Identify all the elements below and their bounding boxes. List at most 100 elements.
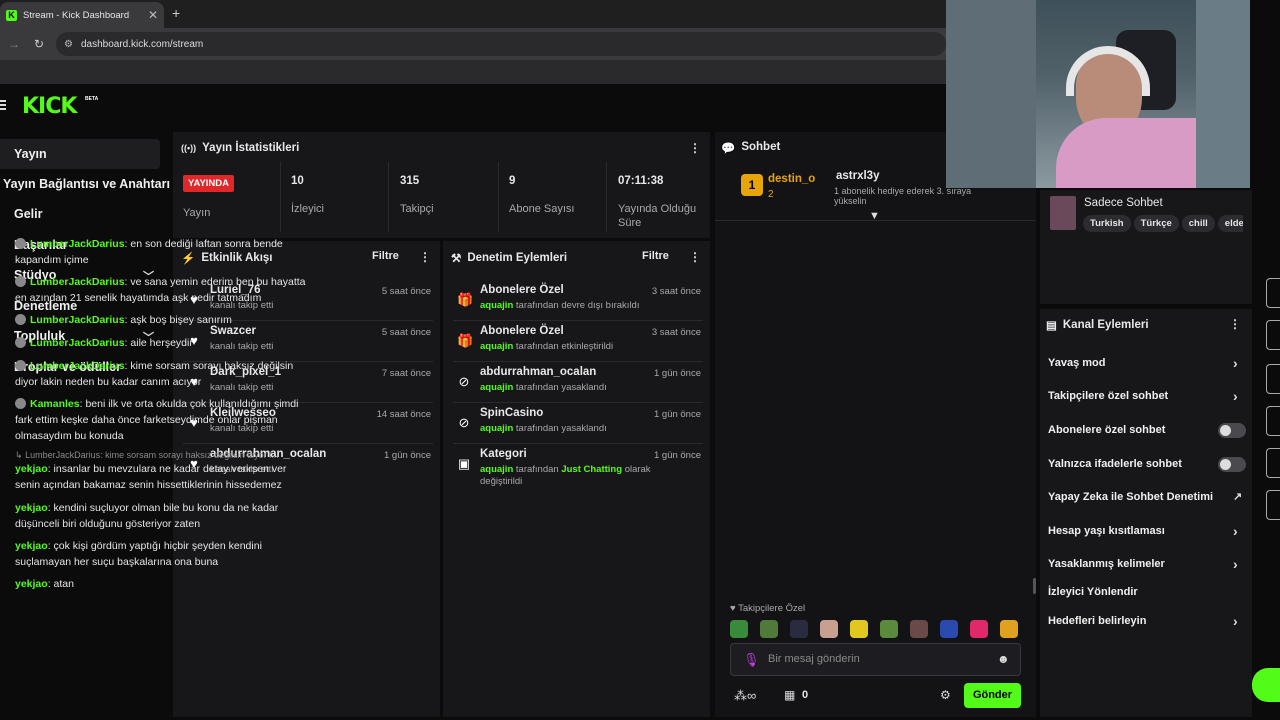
banned-words-item[interactable]: Yasaklanmış kelimeler [1048, 558, 1248, 570]
microphone-icon[interactable]: 🎙 [743, 652, 760, 668]
emoji-icon[interactable]: ☻ [997, 652, 1010, 666]
more-icon[interactable]: ⋮ [689, 250, 701, 264]
gear-icon[interactable]: ⚙ [940, 688, 951, 702]
action-name: Abonelere Özel [480, 284, 564, 296]
tag[interactable]: chill [1181, 215, 1215, 232]
moderator-name[interactable]: aquajin [480, 423, 513, 434]
chat-text: diyor lakin neden bu kadar canım acıyor [15, 376, 202, 388]
chat-text: olmasaydım bu konuda [15, 430, 124, 442]
emote[interactable] [880, 620, 898, 638]
kick-logo[interactable]: KICK [22, 94, 77, 119]
store-icon[interactable]: ▦ [784, 688, 795, 702]
chat-username[interactable]: yekjao [15, 540, 48, 552]
moderator-name[interactable]: aquajin [480, 341, 513, 352]
moderator-name[interactable]: aquajin [480, 464, 513, 475]
chevron-right-icon[interactable]: › [1233, 613, 1238, 629]
more-icon[interactable]: ⋮ [689, 141, 701, 155]
leaderboard-user[interactable]: destin_o [768, 173, 815, 185]
action-label: Abonelere özel sohbet [1048, 424, 1166, 436]
right-edge-button[interactable] [1266, 278, 1280, 308]
chat-bubble-icon: 💬 [721, 143, 736, 155]
action-text: tarafından devre dışı bırakıldı [515, 300, 640, 311]
moderator-name[interactable]: aquajin [480, 300, 513, 311]
url-input[interactable]: ⚙ dashboard.kick.com/stream [56, 32, 946, 56]
hamburger-menu-icon[interactable] [0, 100, 6, 110]
filter-button[interactable]: Filtre [642, 250, 669, 262]
site-info-icon[interactable]: ⚙ [64, 39, 73, 50]
reload-icon[interactable]: ↻ [34, 37, 44, 51]
ban-icon: ⊘ [458, 415, 470, 430]
send-button[interactable]: Gönder [964, 683, 1021, 708]
emote[interactable] [1000, 620, 1018, 638]
right-edge-button[interactable] [1266, 448, 1280, 478]
ai-moderation-item[interactable]: Yapay Zeka ile Sohbet Denetimi [1048, 491, 1248, 503]
chat-username[interactable]: yekjao [15, 502, 48, 514]
chat-text: senin açından bakamaz senin hissettikler… [15, 479, 282, 491]
chat-username[interactable]: LumberJackDarius [30, 238, 125, 250]
chat-scrollbar[interactable] [1033, 578, 1036, 594]
emote[interactable] [910, 620, 928, 638]
external-link-icon[interactable]: ↗ [1233, 490, 1242, 503]
host-item[interactable]: İzleyici Yönlendir [1048, 586, 1248, 598]
right-edge-button[interactable] [1266, 490, 1280, 520]
action-name[interactable]: abdurrahman_ocalan [480, 366, 596, 378]
emote[interactable] [940, 620, 958, 638]
moderation-panel: ⚒ Denetim Eylemleri Filtre ⋮ 🎁 Abonelere Ö… [443, 241, 710, 717]
subs-label: Abone Sayısı [509, 203, 575, 215]
right-edge-button[interactable] [1266, 364, 1280, 394]
chat-username[interactable]: yekjao [15, 463, 48, 475]
chat-input[interactable]: 🎙 Bir mesaj gönderin ☻ [730, 643, 1021, 676]
subscribers-only-toggle[interactable] [1218, 423, 1246, 438]
chat-username[interactable]: LumberJackDarius [30, 276, 125, 288]
sidebar-item-stream-key[interactable]: Yayın Bağlantısı ve Anahtarı [0, 169, 170, 199]
chat-username[interactable]: LumberJackDarius [30, 337, 125, 349]
subs-value: 9 [509, 175, 516, 187]
emote[interactable] [970, 620, 988, 638]
category-title[interactable]: Sadece Sohbet [1084, 197, 1163, 209]
followers-only-item[interactable]: Takipçilere özel sohbet [1048, 390, 1248, 402]
action-time: 1 gün önce [653, 450, 701, 461]
close-icon[interactable]: ✕ [148, 8, 158, 22]
emote[interactable] [730, 620, 748, 638]
right-edge-button[interactable] [1266, 320, 1280, 350]
account-age-item[interactable]: Hesap yaşı kısıtlaması [1048, 525, 1248, 537]
chat-username[interactable]: yekjao [15, 578, 48, 590]
sidebar-item-yayin[interactable]: Yayın [0, 139, 160, 169]
chevron-right-icon[interactable]: › [1233, 523, 1238, 539]
action-name[interactable]: SpinCasino [480, 407, 543, 419]
emote[interactable] [760, 620, 778, 638]
category-thumbnail[interactable] [1050, 196, 1076, 230]
category-name[interactable]: Just Chatting [561, 464, 622, 475]
emote-only-toggle[interactable] [1218, 457, 1246, 472]
emote[interactable] [850, 620, 868, 638]
chat-username[interactable]: Kamanles [30, 398, 80, 410]
chevron-right-icon[interactable]: › [1233, 556, 1238, 572]
tag[interactable]: Turkish [1083, 215, 1131, 232]
chevron-right-icon[interactable]: › [1233, 355, 1238, 371]
new-tab-icon[interactable]: + [172, 5, 180, 21]
forward-icon[interactable]: → [8, 37, 20, 51]
filter-button[interactable]: Filtre [372, 250, 399, 262]
sidebar-item-gelir[interactable]: Gelir [0, 199, 160, 229]
emote[interactable] [820, 620, 838, 638]
more-icon[interactable]: ⋮ [1229, 317, 1241, 331]
goals-item[interactable]: Hedefleri belirleyin [1048, 615, 1248, 627]
shield-icon: ▤ [1046, 320, 1057, 332]
users-icon[interactable]: ⁂∞ [734, 688, 756, 704]
tag[interactable]: elde [1217, 215, 1243, 232]
chat-username[interactable]: LumberJackDarius [30, 314, 125, 326]
chevron-right-icon[interactable]: › [1233, 388, 1238, 404]
emote[interactable] [790, 620, 808, 638]
chat-text: çok kişi gördüm yaptığı hiçbir şeyden ke… [53, 540, 262, 552]
gift-user[interactable]: astrxl3y [836, 170, 879, 182]
slow-mode-item[interactable]: Yavaş mod [1048, 357, 1248, 369]
support-button[interactable] [1252, 668, 1280, 702]
avatar [15, 360, 26, 371]
chat-username[interactable]: LumberJackDarius [30, 360, 125, 372]
more-icon[interactable]: ⋮ [419, 250, 431, 264]
browser-tab[interactable]: K Stream - Kick Dashboard ✕ [0, 2, 164, 28]
tag[interactable]: Türkçe [1133, 215, 1179, 232]
gift-icon: 🎁 [457, 333, 474, 348]
right-edge-button[interactable] [1266, 406, 1280, 436]
moderator-name[interactable]: aquajin [480, 382, 513, 393]
